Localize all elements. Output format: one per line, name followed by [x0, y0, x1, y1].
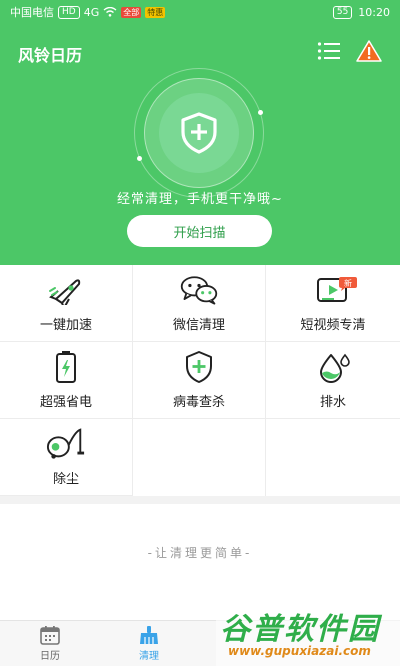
start-scan-button[interactable]: 开始扫描: [127, 215, 272, 247]
status-bar: 中国电信 HD 4G 全部 特惠 55 10:20: [0, 0, 400, 24]
watermark-logo-text: 谷普软件园: [220, 612, 380, 647]
tab-clean[interactable]: 清理: [119, 625, 179, 662]
wechat-icon: [179, 274, 219, 306]
promo-notification-badge: 特惠: [145, 6, 166, 18]
orbit-dot: [137, 156, 142, 161]
feature-dust-removal[interactable]: 除尘: [0, 419, 133, 496]
new-badge-text: 新: [344, 278, 352, 288]
carrier-text: 中国电信: [10, 6, 54, 19]
slogan-text: -让清理更简单-: [147, 546, 253, 560]
warning-icon[interactable]: [356, 38, 382, 64]
grid-empty-cell: [133, 419, 266, 496]
battery-indicator: 55: [332, 5, 353, 19]
feature-boost[interactable]: 一键加速: [0, 265, 133, 342]
new-badge: 新: [339, 277, 357, 291]
feature-virus-scan[interactable]: 病毒查杀: [133, 342, 266, 419]
menu-list-icon[interactable]: [316, 38, 342, 64]
rocket-icon: [46, 274, 86, 306]
wifi-icon: [103, 7, 117, 17]
feature-label: 微信清理: [172, 317, 225, 333]
hd-badge: HD: [58, 5, 80, 19]
feature-label: 一键加速: [39, 317, 92, 333]
feature-short-video-clean[interactable]: 短视频专清: [266, 265, 400, 342]
feature-label: 排水: [319, 394, 346, 410]
hero-panel: 风铃日历 经常清理，手机更干净哦~ 开始扫描: [0, 24, 400, 265]
tab-calendar[interactable]: 日历: [20, 625, 80, 662]
app-notification-badge: 全部: [121, 6, 142, 18]
grid-empty-cell: [266, 419, 400, 496]
vacuum-icon: [46, 427, 86, 460]
feature-power-save[interactable]: 超强省电: [0, 342, 133, 419]
shield-plus-icon: [179, 350, 219, 383]
broom-icon: [140, 626, 158, 644]
feature-label: 病毒查杀: [172, 394, 225, 410]
feature-label: 超强省电: [39, 394, 92, 410]
calendar-icon: [40, 626, 60, 645]
section-divider: [0, 496, 400, 504]
feature-wechat-clean[interactable]: 微信清理: [133, 265, 266, 342]
feature-drain-water[interactable]: 排水: [266, 342, 400, 419]
signal-text: 4G: [83, 5, 100, 19]
water-drop-icon: [313, 351, 353, 383]
watermark-url: www.gupuxiazai.com: [228, 644, 371, 658]
shield-plus-icon[interactable]: [159, 93, 239, 173]
tab-label: 日历: [40, 651, 60, 662]
tab-label: 清理: [139, 651, 159, 662]
clock: 10:20: [358, 5, 390, 19]
orbit-dot: [258, 110, 263, 115]
hero-tagline: 经常清理，手机更干净哦~: [117, 192, 283, 207]
feature-label: 短视频专清: [300, 317, 366, 333]
app-title: 风铃日历: [18, 46, 83, 65]
battery-icon: [46, 350, 86, 383]
feature-label: 除尘: [52, 471, 79, 487]
feature-grid: 一键加速 微信清理 短视频专清 超强省电 病毒查杀 排水 除尘: [0, 265, 400, 496]
